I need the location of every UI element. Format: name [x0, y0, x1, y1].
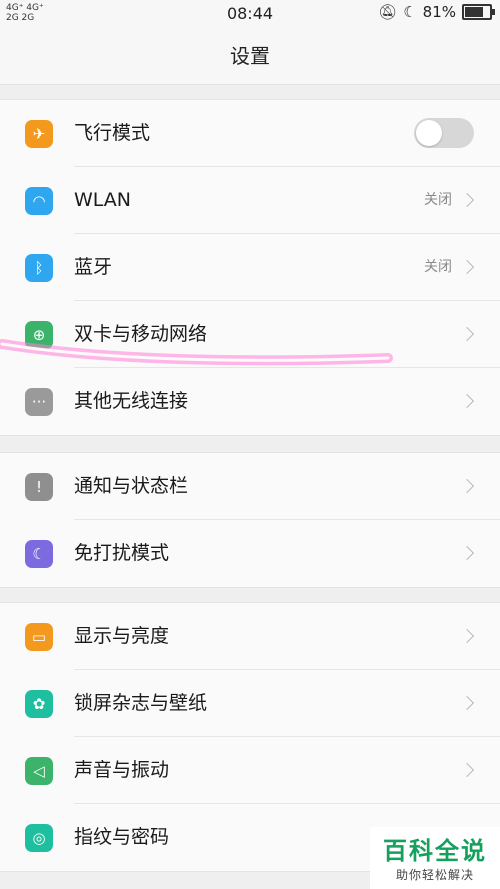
settings-row[interactable]: ◁ 声音与振动	[0, 737, 500, 804]
more-dots-icon: ···	[25, 388, 53, 416]
settings-row[interactable]: ◠ WLAN 关闭	[0, 167, 500, 234]
chevron-right-icon	[459, 326, 475, 342]
settings-row[interactable]: ᛒ 蓝牙 关闭	[0, 234, 500, 301]
settings-row-label: 指纹与密码	[74, 826, 170, 848]
settings-row-label: 声音与振动	[74, 759, 170, 781]
chevron-right-icon	[459, 259, 475, 275]
status-right: 🔕︎ ☾ 81%	[378, 3, 495, 21]
battery-percent: 81%	[422, 3, 456, 21]
moon-icon: ☾	[25, 540, 53, 568]
battery-icon	[462, 4, 495, 20]
bluetooth-icon: ᛒ	[25, 254, 53, 282]
settings-row-label: 双卡与移动网络	[74, 323, 208, 345]
fingerprint-icon: ◎	[25, 824, 53, 852]
wifi-icon: ◠	[25, 187, 53, 215]
display-icon: ▭	[25, 623, 53, 651]
mute-bell-icon: 🔕︎	[378, 3, 398, 21]
settings-row-label: 飞行模式	[74, 122, 151, 144]
globe-icon: ⊕	[25, 321, 53, 349]
battery-fill	[465, 7, 483, 17]
chevron-right-icon	[459, 545, 475, 561]
speaker-icon: ◁	[25, 757, 53, 785]
flower-icon: ✿	[25, 690, 53, 718]
settings-row-label: 锁屏杂志与壁纸	[74, 692, 208, 714]
settings-row[interactable]: ✈ 飞行模式	[0, 100, 500, 167]
settings-row[interactable]: ▭ 显示与亮度	[0, 603, 500, 670]
watermark: 百科全说 助你轻松解决	[370, 827, 500, 889]
chevron-right-icon	[459, 695, 475, 711]
settings-row-label: WLAN	[74, 189, 132, 211]
exclamation-icon: !	[25, 473, 53, 501]
settings-row-value: 关闭	[424, 259, 452, 275]
settings-row[interactable]: ☾ 免打扰模式	[0, 520, 500, 587]
chevron-right-icon	[459, 762, 475, 778]
settings-row-label: 显示与亮度	[74, 625, 170, 647]
watermark-subtitle: 助你轻松解决	[395, 868, 474, 882]
chevron-right-icon	[459, 192, 475, 208]
settings-row[interactable]: ✿ 锁屏杂志与壁纸	[0, 670, 500, 737]
settings-row[interactable]: ! 通知与状态栏	[0, 453, 500, 520]
settings-group: ✈ 飞行模式 ◠ WLAN 关闭 ᛒ 蓝牙 关闭 ⊕ 双卡与移动网络 ··· 其他无线连接	[0, 99, 500, 436]
settings-row-label: 通知与状态栏	[74, 475, 189, 497]
settings-row-label: 蓝牙	[74, 256, 113, 278]
settings-row-value: 关闭	[424, 192, 452, 208]
chevron-right-icon	[459, 393, 475, 409]
chevron-right-icon	[459, 478, 475, 494]
settings-row-label: 免打扰模式	[74, 542, 170, 564]
settings-row[interactable]: ⊕ 双卡与移动网络	[0, 301, 500, 368]
chevron-right-icon	[459, 628, 475, 644]
airplane-icon: ✈	[25, 120, 53, 148]
watermark-title: 百科全说	[383, 837, 487, 865]
settings-group: ! 通知与状态栏 ☾ 免打扰模式	[0, 452, 500, 588]
page-title: 设置	[0, 28, 500, 85]
moon-icon: ☾	[403, 3, 417, 21]
airplane-mode-toggle[interactable]	[414, 118, 474, 148]
settings-row[interactable]: ··· 其他无线连接	[0, 368, 500, 435]
settings-row-label: 其他无线连接	[74, 390, 189, 412]
status-bar: 4G⁺ 4G⁺ 2G 2G 08:44 🔕︎ ☾ 81%	[0, 0, 500, 28]
toggle-knob	[416, 120, 442, 146]
